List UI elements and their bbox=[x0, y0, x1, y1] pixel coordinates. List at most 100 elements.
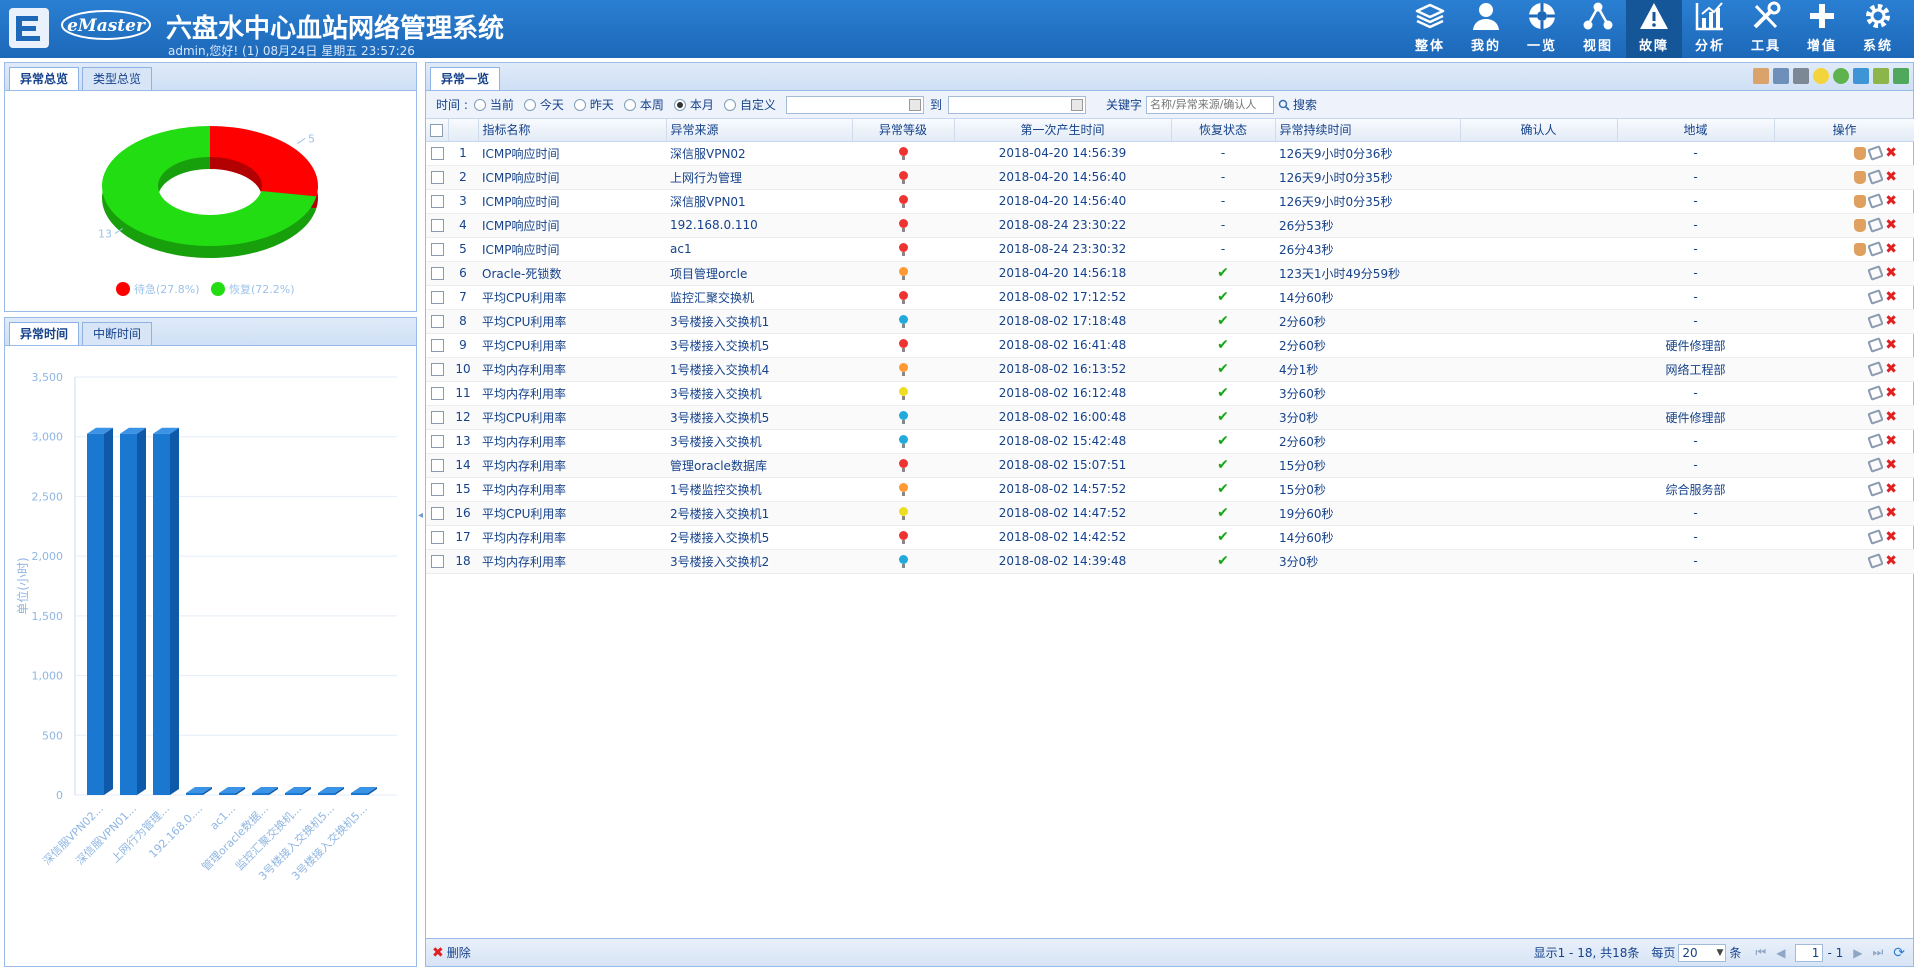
exception-source[interactable]: 2号楼接入交换机5 bbox=[666, 525, 852, 550]
table-row[interactable]: 9 平均CPU利用率 3号楼接入交换机5 2018-08-02 16:41:48 ✔ 2分… bbox=[426, 333, 1914, 358]
exception-source[interactable]: 3号楼接入交换机 bbox=[666, 381, 852, 406]
close-icon[interactable]: ✖ bbox=[1885, 457, 1897, 473]
edit-icon[interactable] bbox=[1867, 457, 1884, 473]
edit-icon[interactable] bbox=[1867, 337, 1884, 353]
row-checkbox[interactable] bbox=[430, 219, 444, 232]
close-icon[interactable]: ✖ bbox=[1885, 337, 1897, 353]
chart-icon[interactable] bbox=[1873, 68, 1889, 84]
monitor-icon[interactable] bbox=[1793, 68, 1809, 84]
exception-source[interactable]: 1号楼监控交换机 bbox=[666, 477, 852, 502]
table-row[interactable]: 1 ICMP响应时间 深信服VPN02 2018-04-20 14:56:39 - 126… bbox=[426, 141, 1914, 166]
metric-name[interactable]: Oracle-死锁数 bbox=[478, 261, 666, 286]
row-checkbox[interactable] bbox=[430, 147, 444, 160]
metric-name[interactable]: 平均内存利用率 bbox=[478, 357, 666, 382]
keyword-input[interactable] bbox=[1145, 95, 1274, 114]
time-option-3[interactable]: 本周 bbox=[623, 96, 664, 113]
edit-icon[interactable] bbox=[1867, 289, 1884, 305]
radio-button[interactable] bbox=[723, 98, 736, 111]
row-checkbox[interactable] bbox=[430, 267, 444, 280]
exception-source[interactable]: 3号楼接入交换机 bbox=[666, 429, 852, 454]
column-header-region[interactable]: 地域 bbox=[1617, 119, 1775, 142]
exception-source[interactable]: 深信服VPN01 bbox=[666, 189, 852, 214]
time-option-0[interactable]: 当前 bbox=[473, 96, 514, 113]
bar-8[interactable] bbox=[351, 793, 368, 795]
metric-name[interactable]: 平均CPU利用率 bbox=[478, 333, 666, 358]
row-checkbox[interactable] bbox=[430, 195, 444, 208]
exception-source[interactable]: 2号楼接入交换机1 bbox=[666, 501, 852, 526]
close-icon[interactable]: ✖ bbox=[1885, 553, 1897, 569]
nav-item-layers[interactable]: 整体 bbox=[1402, 0, 1458, 58]
next-page-icon[interactable]: ▶ bbox=[1853, 946, 1862, 960]
row-checkbox[interactable] bbox=[430, 435, 444, 448]
exception-source[interactable]: 监控汇聚交换机 bbox=[666, 285, 852, 310]
bar-7[interactable] bbox=[318, 793, 335, 795]
nav-item-analysis[interactable]: 分析 bbox=[1682, 0, 1738, 58]
table-row[interactable]: 15 平均内存利用率 1号楼监控交换机 2018-08-02 14:57:52 ✔ 15分… bbox=[426, 477, 1914, 502]
refresh-icon[interactable]: ⟳ bbox=[1893, 945, 1905, 961]
row-checkbox[interactable] bbox=[430, 243, 444, 256]
exception-source[interactable]: 上网行为管理 bbox=[666, 165, 852, 190]
close-icon[interactable]: ✖ bbox=[1885, 169, 1897, 185]
close-icon[interactable]: ✖ bbox=[1885, 217, 1897, 233]
legend-marker[interactable] bbox=[211, 282, 225, 296]
nav-item-overview[interactable]: 一览 bbox=[1514, 0, 1570, 58]
last-page-icon[interactable]: ⏭ bbox=[1872, 945, 1883, 960]
close-icon[interactable]: ✖ bbox=[1885, 433, 1897, 449]
metric-name[interactable]: ICMP响应时间 bbox=[478, 141, 666, 166]
metric-name[interactable]: ICMP响应时间 bbox=[478, 237, 666, 262]
tab-exception-list[interactable]: 异常一览 bbox=[430, 67, 501, 90]
close-icon[interactable]: ✖ bbox=[1885, 361, 1897, 377]
bar-2[interactable] bbox=[153, 433, 170, 795]
hand-icon[interactable] bbox=[1854, 170, 1867, 184]
edit-icon[interactable] bbox=[1867, 385, 1884, 401]
metric-name[interactable]: 平均CPU利用率 bbox=[478, 285, 666, 310]
table-row[interactable]: 14 平均内存利用率 管理oracle数据库 2018-08-02 15:07:51 ✔… bbox=[426, 453, 1914, 478]
first-page-icon[interactable]: ⏮ bbox=[1755, 945, 1766, 960]
column-header-status[interactable]: 恢复状态 bbox=[1171, 119, 1276, 142]
column-header-metric[interactable]: 指标名称 bbox=[478, 119, 667, 142]
tab-exception-overview[interactable]: 异常总览 bbox=[9, 67, 80, 90]
column-header-source[interactable]: 异常来源 bbox=[666, 119, 853, 142]
exception-source[interactable]: ac1 bbox=[666, 237, 852, 262]
legend-marker[interactable] bbox=[116, 282, 130, 296]
export-icon[interactable] bbox=[1893, 68, 1909, 84]
row-checkbox[interactable] bbox=[430, 411, 444, 424]
edit-icon[interactable] bbox=[1867, 193, 1884, 209]
column-header-duration[interactable]: 异常持续时间 bbox=[1275, 119, 1461, 142]
per-page-select[interactable]: 20 ▼ bbox=[1678, 943, 1727, 962]
close-icon[interactable]: ✖ bbox=[1885, 505, 1897, 521]
metric-name[interactable]: ICMP响应时间 bbox=[478, 189, 666, 214]
nav-item-user[interactable]: 我的 bbox=[1458, 0, 1514, 58]
close-icon[interactable]: ✖ bbox=[1885, 481, 1897, 497]
edit-icon[interactable] bbox=[1867, 241, 1884, 257]
close-icon[interactable]: ✖ bbox=[1885, 313, 1897, 329]
prev-page-icon[interactable]: ◀ bbox=[1776, 946, 1785, 960]
exception-source[interactable]: 3号楼接入交换机5 bbox=[666, 405, 852, 430]
edit-icon[interactable] bbox=[1867, 505, 1884, 521]
metric-name[interactable]: 平均CPU利用率 bbox=[478, 309, 666, 334]
exception-source[interactable]: 192.168.0.110 bbox=[666, 213, 852, 238]
table-row[interactable]: 11 平均内存利用率 3号楼接入交换机 2018-08-02 16:12:48 ✔ 3分6… bbox=[426, 381, 1914, 406]
close-icon[interactable]: ✖ bbox=[1885, 409, 1897, 425]
column-header-confirmer[interactable]: 确认人 bbox=[1460, 119, 1618, 142]
row-checkbox[interactable] bbox=[430, 507, 444, 520]
person-icon[interactable] bbox=[1753, 68, 1769, 84]
metric-name[interactable]: ICMP响应时间 bbox=[478, 165, 666, 190]
exception-source[interactable]: 深信服VPN02 bbox=[666, 141, 852, 166]
table-row[interactable]: 18 平均内存利用率 3号楼接入交换机2 2018-08-02 14:39:48 ✔ 3分… bbox=[426, 549, 1914, 574]
refresh-icon[interactable] bbox=[1833, 68, 1849, 84]
metric-name[interactable]: 平均内存利用率 bbox=[478, 549, 666, 574]
table-row[interactable]: 7 平均CPU利用率 监控汇聚交换机 2018-08-02 17:12:52 ✔ 14分6… bbox=[426, 285, 1914, 310]
exception-source[interactable]: 管理oracle数据库 bbox=[666, 453, 852, 478]
tab-interrupt-time[interactable]: 中断时间 bbox=[82, 322, 153, 345]
edit-icon[interactable] bbox=[1867, 553, 1884, 569]
time-option-2[interactable]: 昨天 bbox=[573, 96, 614, 113]
radio-button[interactable] bbox=[473, 98, 486, 111]
edit-icon[interactable] bbox=[1867, 217, 1884, 233]
exception-source[interactable]: 项目管理orcle bbox=[666, 261, 852, 286]
bar-5[interactable] bbox=[252, 793, 269, 795]
edit-icon[interactable] bbox=[1867, 313, 1884, 329]
bulb-icon[interactable] bbox=[1813, 68, 1829, 84]
close-icon[interactable]: ✖ bbox=[1885, 193, 1897, 209]
nav-item-tools[interactable]: 工具 bbox=[1738, 0, 1794, 58]
